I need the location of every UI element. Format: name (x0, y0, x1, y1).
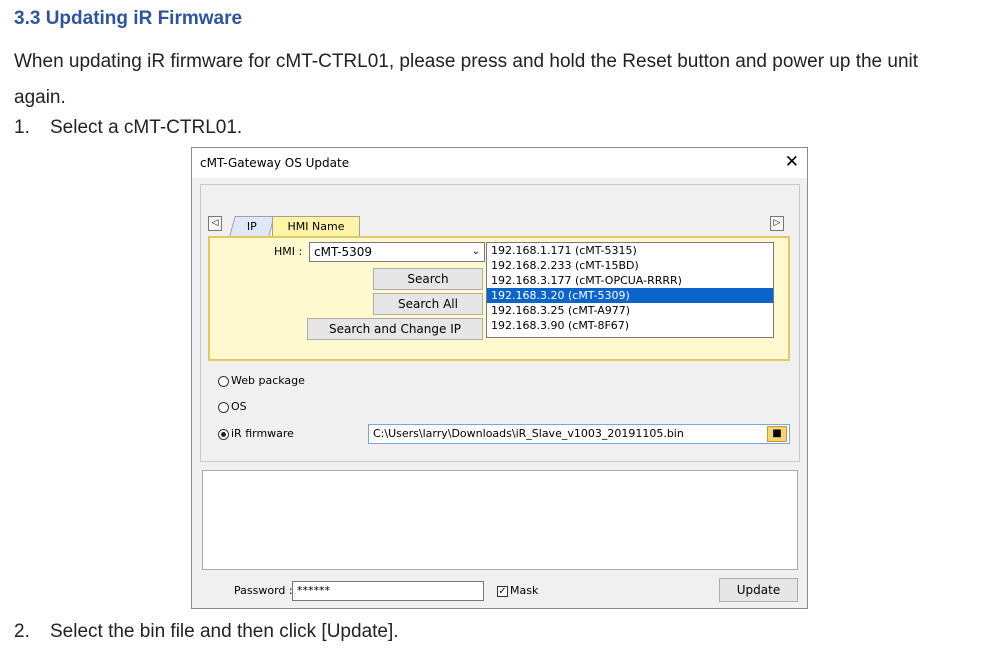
radio-web-package[interactable]: Web package (218, 374, 305, 387)
hmi-label: HMI : (274, 245, 303, 258)
dialog-title: cMT-Gateway OS Update (200, 156, 350, 170)
tab-hmi-name[interactable]: HMI Name (272, 216, 360, 236)
firmware-file-path-value: C:\Users\larry\Downloads\iR_Slave_v1003_… (373, 427, 684, 440)
tab-ip[interactable]: IP (229, 216, 275, 236)
device-list-item[interactable]: 192.168.3.20 (cMT-5309) (487, 288, 773, 303)
checkmark-icon[interactable]: ✓ (497, 585, 508, 597)
password-input[interactable]: ****** (292, 581, 484, 601)
radio-os[interactable]: OS (218, 400, 247, 413)
tab-ip-label: IP (246, 220, 257, 233)
update-button[interactable]: Update (719, 578, 798, 602)
device-list-item[interactable]: 192.168.3.177 (cMT-OPCUA-RRRR) (487, 273, 773, 288)
device-list-item[interactable]: 192.168.3.90 (cMT-8F67) (487, 318, 773, 333)
dialog-titlebar: cMT-Gateway OS Update ✕ (192, 148, 807, 178)
radio-os-circle[interactable] (218, 401, 229, 413)
os-update-dialog: cMT-Gateway OS Update ✕ ◁ ▷ IP HMI Name … (191, 147, 808, 609)
step-1-number: 1. (14, 117, 30, 138)
hmi-name-select[interactable]: cMT-5309 ⌄ (309, 242, 485, 262)
search-change-ip-button[interactable]: Search and Change IP (307, 318, 483, 340)
radio-web-package-circle[interactable] (218, 375, 229, 387)
password-label: Password : (234, 584, 293, 597)
device-list-item[interactable]: 192.168.1.171 (cMT-5315) (487, 243, 773, 258)
step-2-number: 2. (14, 621, 30, 642)
firmware-file-path[interactable]: C:\Users\larry\Downloads\iR_Slave_v1003_… (368, 424, 790, 444)
device-list-item[interactable]: 192.168.2.233 (cMT-15BD) (487, 258, 773, 273)
close-icon[interactable]: ✕ (785, 152, 799, 172)
chevron-down-icon: ⌄ (471, 246, 480, 257)
radio-ir-firmware-label: iR firmware (231, 427, 294, 440)
search-all-button[interactable]: Search All (373, 293, 483, 315)
hmi-name-value: cMT-5309 (314, 245, 373, 259)
radio-ir-firmware-circle[interactable] (218, 428, 229, 440)
tab-scroll-right-icon[interactable]: ▷ (770, 216, 784, 231)
device-list-item[interactable]: 192.168.3.25 (cMT-A977) (487, 303, 773, 318)
folder-icon[interactable]: ■ (767, 426, 787, 442)
tab-scroll-left-icon[interactable]: ◁ (208, 216, 222, 231)
mask-checkbox[interactable]: ✓ Mask (497, 584, 538, 597)
mask-label: Mask (510, 584, 539, 597)
step-1-text: Select a cMT-CTRL01. (50, 117, 243, 138)
step-1: 1. Select a cMT-CTRL01. (14, 117, 242, 139)
radio-ir-firmware[interactable]: iR firmware (218, 427, 294, 440)
radio-web-package-label: Web package (231, 374, 305, 387)
tab-hmi-name-label: HMI Name (287, 220, 345, 233)
step-2-text: Select the bin file and then click [Upda… (50, 621, 399, 642)
log-output-area (202, 470, 798, 570)
device-list[interactable]: 192.168.1.171 (cMT-5315) 192.168.2.233 (c… (486, 242, 774, 338)
document-page: 3.3 Updating iR Firmware When updating i… (0, 0, 982, 664)
intro-paragraph: When updating iR firmware for cMT-CTRL01… (14, 51, 919, 108)
search-button[interactable]: Search (373, 268, 483, 290)
step-2: 2. Select the bin file and then click [Up… (14, 621, 399, 643)
section-heading: 3.3 Updating iR Firmware (14, 8, 243, 29)
radio-os-label: OS (231, 400, 247, 413)
password-value: ****** (297, 584, 330, 597)
